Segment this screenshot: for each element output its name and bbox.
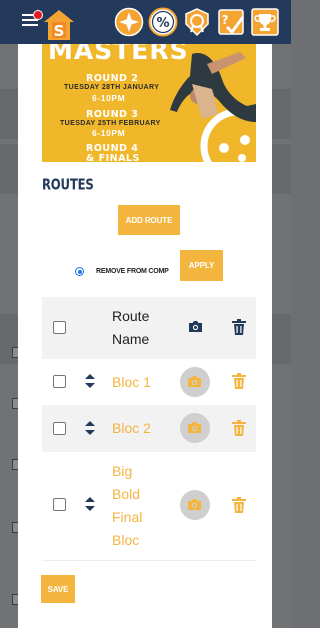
- route-name[interactable]: Big Bold Final Bloc: [112, 460, 142, 552]
- sort-handle-icon[interactable]: [85, 374, 95, 388]
- svg-text:%: %: [156, 16, 169, 31]
- route-name-header-line: Name: [112, 331, 150, 347]
- save-button[interactable]: SAVE: [41, 575, 75, 603]
- sort-handle-icon[interactable]: [85, 421, 95, 435]
- camera-icon: [188, 422, 201, 433]
- checklist-icon[interactable]: ?: [216, 7, 246, 37]
- apply-button[interactable]: APPLY: [180, 250, 223, 281]
- routes-heading: ROUTES: [42, 177, 94, 195]
- trash-icon[interactable]: [232, 420, 246, 436]
- table-row: Big Bold Final Bloc: [42, 452, 256, 561]
- route-name-column-header: Route Name: [112, 305, 149, 351]
- camera-icon: [189, 321, 202, 332]
- trophy-icon[interactable]: [250, 7, 280, 37]
- remove-from-comp-radio[interactable]: [75, 267, 84, 276]
- percent-icon[interactable]: %: [148, 7, 178, 37]
- camera-icon: [188, 499, 201, 510]
- select-all-checkbox[interactable]: [53, 321, 66, 334]
- banner-round-2: ROUND 2: [86, 73, 139, 84]
- upload-photo-button[interactable]: [180, 413, 210, 443]
- row-checkbox[interactable]: [53, 498, 66, 511]
- route-name-header-line: Route: [112, 308, 150, 324]
- row-checkbox[interactable]: [53, 422, 66, 435]
- upload-photo-button[interactable]: [180, 490, 210, 520]
- routes-modal: MASTERS ROUND 2 TUESDAY 28TH JANUARY 6-1…: [18, 44, 272, 628]
- upload-photo-button[interactable]: [180, 367, 210, 397]
- route-name-line: Bloc: [112, 532, 140, 548]
- sort-handle-icon[interactable]: [85, 497, 95, 511]
- logo-icon[interactable]: S: [42, 8, 76, 42]
- remove-from-comp-label: REMOVE FROM COMP: [96, 268, 169, 275]
- route-name[interactable]: Bloc 2: [112, 417, 151, 440]
- banner-round-3-date: TUESDAY 25TH FEBRUARY: [60, 120, 161, 127]
- compass-star-icon[interactable]: [114, 7, 144, 37]
- row-checkbox[interactable]: [53, 375, 66, 388]
- banner-round-3: ROUND 3: [86, 109, 139, 120]
- trash-icon[interactable]: [232, 373, 246, 389]
- banner-round-3-time: 6-10PM: [92, 128, 126, 138]
- trash-icon[interactable]: [232, 497, 246, 513]
- badge-shield-icon[interactable]: [182, 7, 212, 37]
- table-row: Bloc 2: [42, 405, 256, 452]
- route-name-line: Final: [112, 509, 143, 525]
- competition-banner-image: MASTERS ROUND 2 TUESDAY 28TH JANUARY 6-1…: [42, 44, 256, 162]
- banner-round-4-finals: & FINALS: [86, 153, 140, 162]
- banner-title: MASTERS: [48, 44, 189, 65]
- svg-text:?: ?: [222, 13, 229, 27]
- routes-table-header: Route Name: [42, 297, 256, 359]
- banner-round-2-date: TUESDAY 28TH JANUARY: [64, 84, 160, 91]
- trash-icon[interactable]: [232, 319, 246, 335]
- route-name[interactable]: Bloc 1: [112, 371, 151, 394]
- banner-round-2-time: 6-10PM: [92, 93, 126, 103]
- table-row: Bloc 1: [42, 359, 256, 405]
- top-navigation-bar: S % ?: [0, 0, 291, 44]
- route-name-line: Bold: [112, 486, 141, 502]
- add-route-button[interactable]: ADD ROUTE: [118, 205, 180, 235]
- svg-text:S: S: [54, 22, 65, 40]
- camera-icon: [188, 376, 201, 387]
- route-name-line: Big: [112, 463, 133, 479]
